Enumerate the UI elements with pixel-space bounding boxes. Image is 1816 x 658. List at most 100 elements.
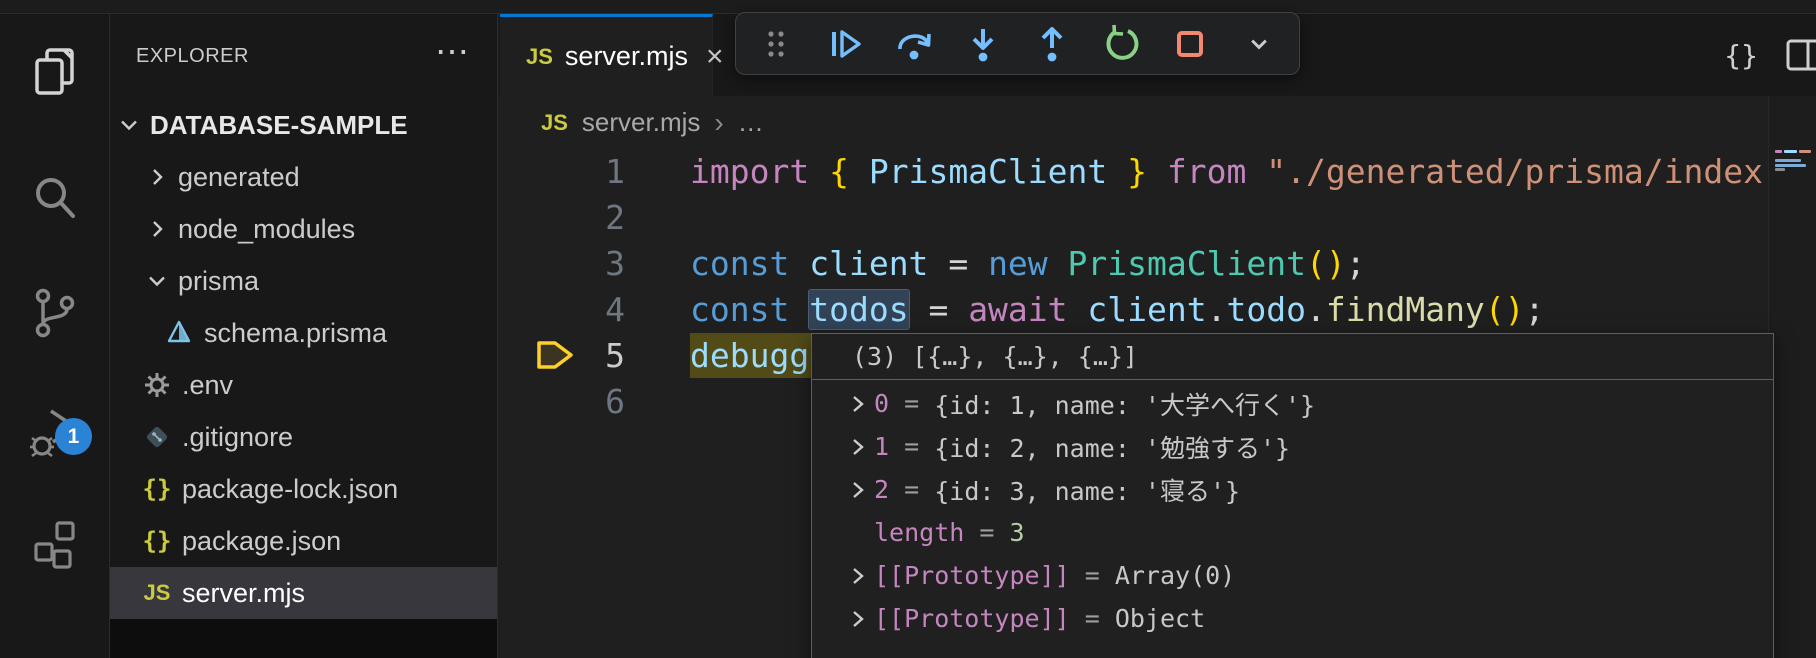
tree-item-label: .gitignore xyxy=(182,422,293,453)
code-token: () xyxy=(1485,290,1525,329)
code-token: . xyxy=(1207,290,1227,329)
chevron-right-icon[interactable] xyxy=(848,434,874,460)
code-token: = xyxy=(948,244,968,283)
continue-button[interactable] xyxy=(823,22,867,66)
debug-current-line-arrow-icon xyxy=(535,339,577,371)
code-token: new xyxy=(988,244,1048,283)
restart-button[interactable] xyxy=(1099,22,1143,66)
breadcrumb-file[interactable]: server.mjs xyxy=(582,107,700,138)
variable-value: Object xyxy=(1115,604,1205,633)
tree-item-server-mjs[interactable]: JSserver.mjs xyxy=(110,567,497,619)
tree-item--env[interactable]: .env xyxy=(110,359,497,411)
code-token: debugg xyxy=(690,336,809,375)
tree-item-label: schema.prisma xyxy=(204,318,387,349)
debug-hover-popup: (3) [{…}, {…}, {…}] 0 = {id: 1, name: '大… xyxy=(811,333,1774,658)
more-actions-icon[interactable]: ⋯ xyxy=(435,32,469,72)
tree-item-label: node_modules xyxy=(178,214,355,245)
extensions-icon[interactable] xyxy=(28,518,82,572)
variable-name: 1 xyxy=(874,432,889,461)
tree-item--gitignore[interactable]: .gitignore xyxy=(110,411,497,463)
code-line-1[interactable]: import { PrismaClient } from "./generate… xyxy=(690,149,1768,195)
chevron-right-icon[interactable] xyxy=(848,477,874,503)
code-token: client xyxy=(1087,290,1206,329)
debug-value-tree: 0 = {id: 1, name: '大学へ行く'}1 = {id: 2, na… xyxy=(812,380,1773,640)
explorer-header: EXPLORER ⋯ xyxy=(110,14,497,99)
explorer-title: EXPLORER xyxy=(136,45,249,68)
code-token: . xyxy=(1306,290,1326,329)
code-token xyxy=(1147,152,1167,191)
equals-sign: = xyxy=(889,432,934,461)
variable-name: [[Prototype]] xyxy=(874,561,1070,590)
sidebar-bottom-area xyxy=(110,619,497,658)
code-token: ; xyxy=(1346,244,1366,283)
variable-name: [[Prototype]] xyxy=(874,604,1070,633)
debug-session-badge: 1 xyxy=(55,418,92,455)
code-line-4[interactable]: const todos = await client.todo.findMany… xyxy=(690,287,1768,333)
line-number: 6 xyxy=(559,379,625,425)
variable-name: length xyxy=(874,518,964,547)
tree-item-label: package-lock.json xyxy=(182,474,398,505)
debug-variable-row[interactable]: [[Prototype]] = Array(0) xyxy=(812,554,1773,597)
debug-variable-row[interactable]: [[Prototype]] = Object xyxy=(812,597,1773,640)
chevron-down-icon[interactable] xyxy=(1237,22,1281,66)
variable-value: 3 xyxy=(1009,518,1024,547)
code-token xyxy=(789,244,809,283)
tree-item-node-modules[interactable]: node_modules xyxy=(110,203,497,255)
variable-value: {id: 1, name: '大学へ行く'} xyxy=(934,386,1315,422)
chevron-down-icon[interactable] xyxy=(146,270,170,292)
tree-item-package-json[interactable]: {}package.json xyxy=(110,515,497,567)
drag-grip-icon[interactable] xyxy=(754,22,798,66)
debug-value-preview[interactable]: (3) [{…}, {…}, {…}] xyxy=(812,334,1773,380)
tree-item-schema-prisma[interactable]: schema.prisma xyxy=(110,307,497,359)
step-into-button[interactable] xyxy=(961,22,1005,66)
close-tab-icon[interactable]: × xyxy=(706,42,724,72)
code-token: client xyxy=(809,244,928,283)
step-over-button[interactable] xyxy=(892,22,936,66)
chevron-down-icon[interactable] xyxy=(118,114,142,136)
tab-server-mjs[interactable]: JS server.mjs × xyxy=(500,14,713,96)
chevron-right-icon[interactable] xyxy=(848,391,874,417)
chevron-right-icon[interactable] xyxy=(848,606,874,632)
minimap[interactable] xyxy=(1768,96,1816,658)
minimap-mark xyxy=(1775,168,1785,171)
code-token xyxy=(1068,290,1088,329)
tab-label: server.mjs xyxy=(565,41,688,72)
debug-variable-row[interactable]: 0 = {id: 1, name: '大学へ行く'} xyxy=(812,382,1773,425)
variable-name: 2 xyxy=(874,475,889,504)
code-token: PrismaClient xyxy=(869,152,1107,191)
explorer-icon[interactable] xyxy=(28,45,82,99)
variable-value: {id: 2, name: '勉強する'} xyxy=(934,429,1290,465)
tree-item-label: package.json xyxy=(182,526,341,557)
tree-item-prisma[interactable]: prisma xyxy=(110,255,497,307)
source-control-icon[interactable] xyxy=(28,285,82,339)
code-token xyxy=(928,244,948,283)
glyph-margin[interactable] xyxy=(499,149,559,425)
code-token: ; xyxy=(1525,290,1545,329)
chevron-right-icon[interactable] xyxy=(146,166,170,188)
equals-sign: = xyxy=(1070,604,1115,633)
code-line-2[interactable] xyxy=(690,195,1768,241)
step-out-button[interactable] xyxy=(1030,22,1074,66)
braces-action-icon[interactable]: {} xyxy=(1724,39,1758,72)
stop-button[interactable] xyxy=(1168,22,1212,66)
chevron-right-icon[interactable] xyxy=(848,563,874,589)
breadcrumb-symbol-ellipsis[interactable]: … xyxy=(738,107,764,138)
tree-section-database-sample[interactable]: DATABASE-SAMPLE xyxy=(110,99,497,151)
code-token: = xyxy=(928,290,948,329)
search-icon[interactable] xyxy=(28,172,82,226)
code-token xyxy=(968,244,988,283)
tree-item-generated[interactable]: generated xyxy=(110,151,497,203)
split-editor-icon[interactable] xyxy=(1784,35,1816,75)
code-line-3[interactable]: const client = new PrismaClient(); xyxy=(690,241,1768,287)
debug-variable-row[interactable]: 2 = {id: 3, name: '寝る'} xyxy=(812,468,1773,511)
code-token xyxy=(1107,152,1127,191)
code-token xyxy=(948,290,968,329)
tree-item-package-lock-json[interactable]: {}package-lock.json xyxy=(110,463,497,515)
debug-variable-row[interactable]: length = 3 xyxy=(812,511,1773,554)
chevron-right-icon[interactable] xyxy=(146,218,170,240)
debug-variable-row[interactable]: 1 = {id: 2, name: '勉強する'} xyxy=(812,425,1773,468)
tree-item-label: server.mjs xyxy=(182,578,305,609)
code-token: () xyxy=(1306,244,1346,283)
code-token: "./generated/prisma/index xyxy=(1266,152,1763,191)
breadcrumb-separator: › xyxy=(714,107,723,139)
